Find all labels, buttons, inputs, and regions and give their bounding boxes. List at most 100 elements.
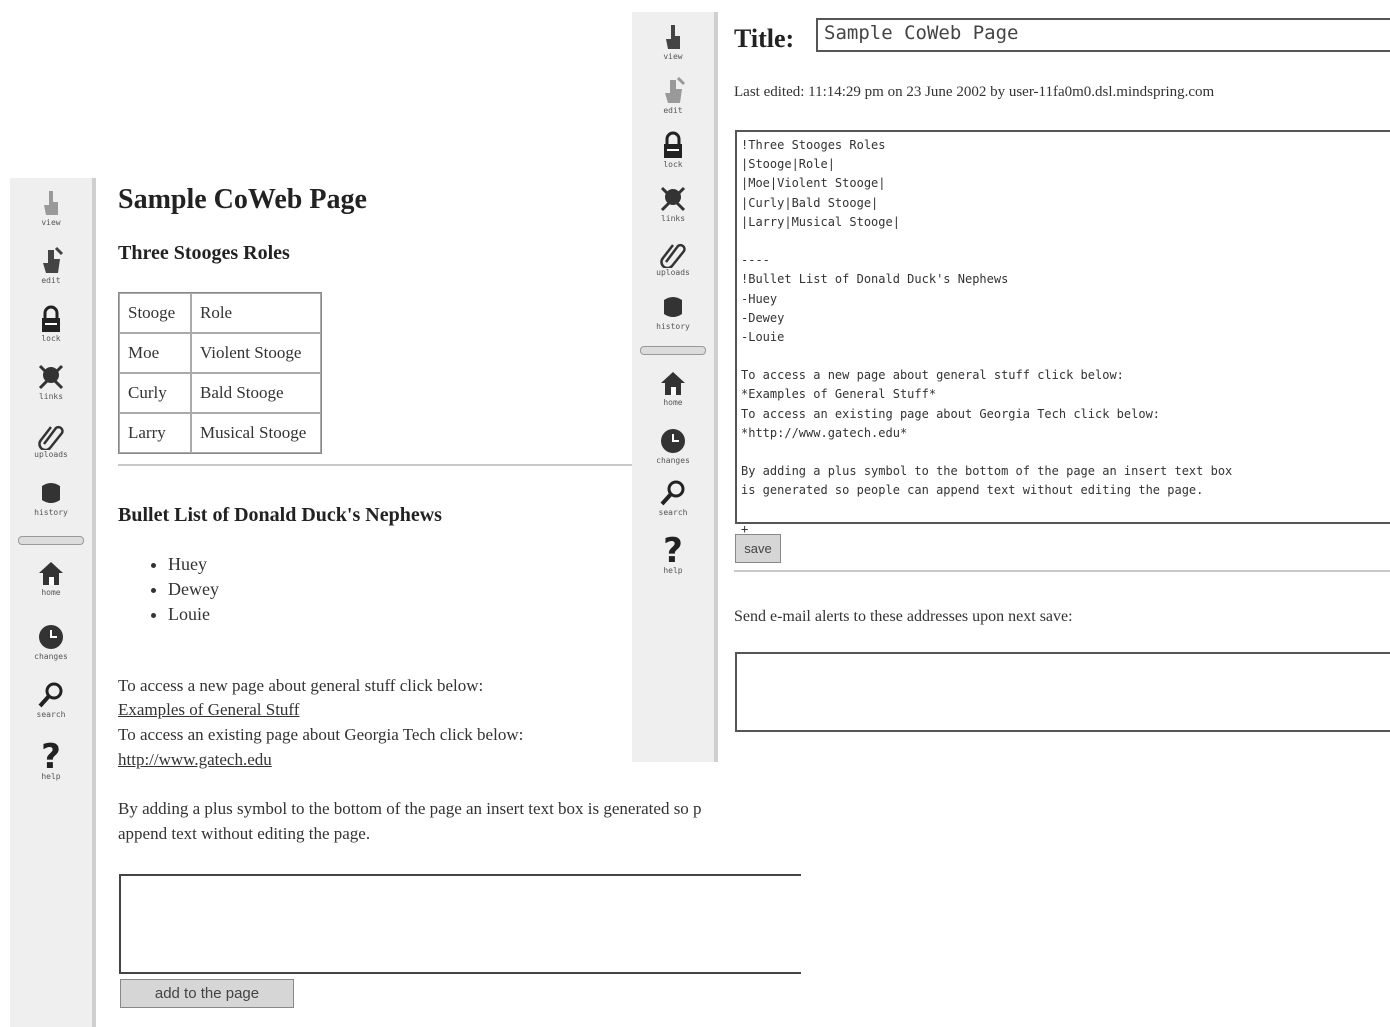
table-row: Larry Musical Stooge — [119, 413, 321, 453]
sidebar-item-label: help — [41, 772, 61, 781]
sidebar-item-lock[interactable]: lock — [10, 304, 92, 343]
sidebar-item-label: lock — [663, 160, 683, 169]
sidebar-item-label: changes — [34, 652, 68, 661]
source-line: is generated so people can append text w… — [741, 483, 1204, 498]
sidebar-item-edit[interactable]: edit — [10, 246, 92, 285]
hand-pen-icon — [43, 246, 64, 273]
page-title: Sample CoWeb Page — [118, 184, 367, 215]
list-heading: Bullet List of Donald Duck's Nephews — [118, 504, 442, 526]
source-line: |Larry|Musical Stooge| — [741, 214, 900, 229]
sidebar: view edit lock links uploads history hom… — [632, 12, 718, 762]
sidebar-item-help[interactable]: ? help — [10, 738, 92, 781]
sidebar-item-changes[interactable]: changes — [632, 426, 714, 465]
horizontal-rule — [734, 570, 1390, 572]
table-row: Curly Bald Stooge — [119, 373, 321, 413]
sidebar-item-history[interactable]: history — [632, 292, 714, 331]
chain-links-icon — [38, 364, 64, 390]
sidebar-item-label: edit — [41, 276, 61, 285]
page-source-textarea[interactable]: !Three Stooges Roles |Stooge|Role| |Moe|… — [735, 130, 1390, 536]
source-line — [741, 347, 1390, 366]
table-cell: Musical Stooge — [191, 413, 321, 453]
sidebar-separator — [18, 536, 84, 545]
sidebar-item-home[interactable]: home — [10, 558, 92, 597]
question-mark-icon: ? — [663, 532, 683, 566]
chain-links-icon — [660, 186, 686, 212]
sidebar-item-help[interactable]: ? help — [632, 532, 714, 575]
sidebar-item-label: history — [656, 322, 690, 331]
magnifier-icon — [660, 480, 685, 506]
title-label: Title: — [734, 24, 795, 53]
save-button[interactable]: save — [735, 534, 781, 563]
source-line — [741, 232, 1390, 251]
stooges-table: Stooge Role Moe Violent Stooge Curly Bal… — [118, 292, 322, 454]
scroll-icon — [664, 297, 682, 317]
table-header-cell: Stooge — [119, 293, 191, 333]
sidebar-item-label: history — [34, 508, 68, 517]
svg-text:?: ? — [663, 532, 683, 566]
title-input[interactable]: Sample CoWeb Page — [816, 18, 1390, 52]
sidebar-item-label: help — [663, 566, 683, 575]
house-icon — [661, 372, 685, 395]
source-line: *http://www.gatech.edu* — [741, 425, 908, 440]
sidebar-item-view[interactable]: view — [632, 22, 714, 61]
table-cell: Larry — [119, 413, 191, 453]
list-item: Huey — [168, 552, 219, 577]
sidebar-item-home[interactable]: home — [632, 368, 714, 407]
edit-content: Title: Sample CoWeb Page Last edited: 11… — [734, 12, 1390, 762]
sidebar-item-edit[interactable]: edit — [632, 76, 714, 115]
gatech-link[interactable]: http://www.gatech.edu — [118, 750, 272, 770]
email-alerts-input[interactable] — [735, 652, 1390, 732]
sidebar-item-label: view — [663, 52, 683, 61]
list-item: Dewey — [168, 577, 219, 602]
sidebar: view edit lock links uploads history hom… — [10, 178, 96, 1027]
sidebar-item-search[interactable]: search — [632, 478, 714, 517]
sidebar-item-uploads[interactable]: uploads — [10, 420, 92, 459]
source-line — [741, 443, 1390, 462]
source-line: |Stooge|Role| — [741, 157, 835, 172]
add-to-page-button[interactable]: add to the page — [120, 979, 294, 1008]
sidebar-item-lock[interactable]: lock — [632, 130, 714, 169]
sidebar-item-label: changes — [656, 456, 690, 465]
sidebar-item-label: links — [38, 392, 64, 401]
gatech-text: To access an existing page about Georgia… — [118, 725, 524, 744]
table-heading: Three Stooges Roles — [118, 242, 290, 264]
sidebar-item-search[interactable]: search — [10, 680, 92, 719]
house-icon — [39, 562, 63, 585]
source-line — [741, 501, 1390, 520]
insert-text-box[interactable] — [119, 874, 801, 974]
sidebar-item-history[interactable]: history — [10, 478, 92, 517]
source-line: ---- — [741, 253, 770, 268]
sidebar-item-uploads[interactable]: uploads — [632, 238, 714, 277]
source-line: + — [741, 521, 749, 536]
table-cell: Violent Stooge — [191, 333, 321, 373]
list-item: Louie — [168, 602, 219, 627]
hand-pointer-icon — [44, 191, 58, 215]
sidebar-item-label: edit — [663, 106, 683, 115]
plus-symbol-text-continued: append text without editing the page. — [118, 824, 371, 843]
source-line: By adding a plus symbol to the bottom of… — [741, 464, 1233, 479]
table-header-cell: Role — [191, 293, 321, 333]
plus-symbol-text: By adding a plus symbol to the bottom of… — [118, 799, 702, 818]
sidebar-item-label: home — [663, 398, 683, 407]
source-line: |Moe|Violent Stooge| — [741, 176, 886, 191]
table-cell: Bald Stooge — [191, 373, 321, 413]
general-stuff-link[interactable]: Examples of General Stuff — [118, 700, 299, 720]
sidebar-item-view[interactable]: view — [10, 188, 92, 227]
sidebar-item-links[interactable]: links — [632, 184, 714, 223]
sidebar-item-label: uploads — [34, 450, 68, 459]
last-edited-text: Last edited: 11:14:29 pm on 23 June 2002… — [734, 84, 1215, 100]
hand-pen-icon — [665, 76, 686, 103]
source-line: !Three Stooges Roles — [741, 138, 886, 152]
padlock-icon — [664, 131, 682, 158]
table-cell: Curly — [119, 373, 191, 413]
sidebar-item-label: home — [41, 588, 61, 597]
sidebar-item-links[interactable]: links — [10, 362, 92, 401]
source-line: |Curly|Bald Stooge| — [741, 195, 879, 210]
table-cell: Moe — [119, 333, 191, 373]
source-line: *Examples of General Stuff* — [741, 387, 937, 402]
source-line: To access a new page about general stuff… — [741, 368, 1124, 383]
sidebar-item-changes[interactable]: changes — [10, 622, 92, 661]
clock-icon — [39, 625, 63, 649]
nephews-list: Huey Dewey Louie — [146, 552, 219, 627]
question-mark-icon: ? — [41, 738, 61, 772]
